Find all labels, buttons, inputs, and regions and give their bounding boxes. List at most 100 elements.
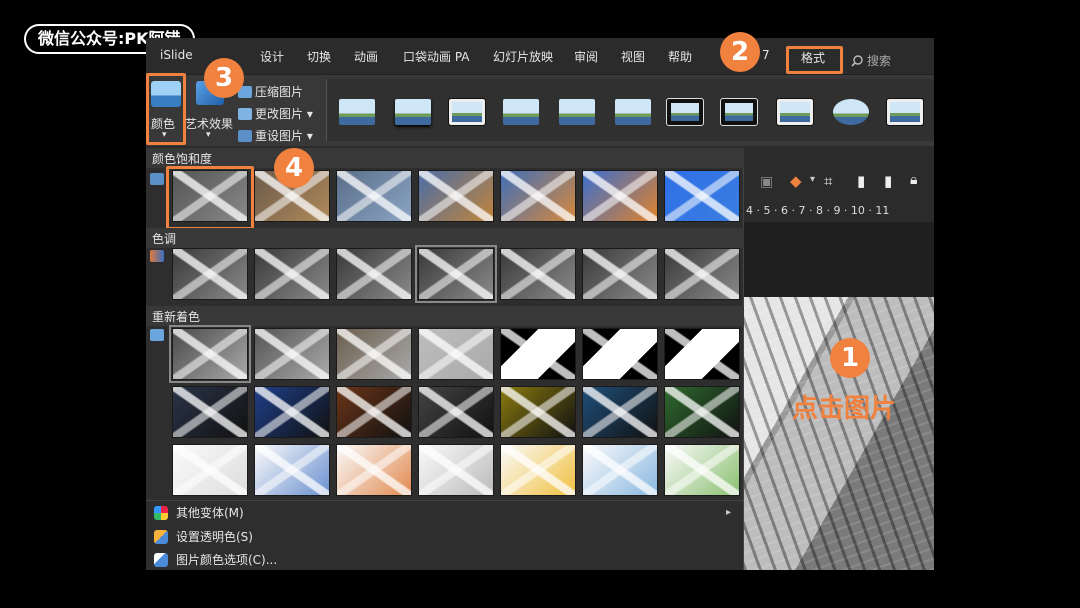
- thumbnail-shape: [583, 171, 657, 221]
- format-ribbon: 颜色 ▾ 艺术效果 ▾ 压缩图片 更改图片 ▾ 重设图片 ▾: [146, 73, 934, 146]
- tone-thumb[interactable]: [500, 248, 576, 300]
- submenu-arrow-icon: ▸: [726, 507, 732, 518]
- recolor-thumb[interactable]: [664, 328, 740, 380]
- crop-icon[interactable]: ⌗: [824, 172, 832, 190]
- recolor-thumb[interactable]: [418, 386, 494, 438]
- recolor-thumb[interactable]: [500, 444, 576, 496]
- tab-animations[interactable]: 动画: [354, 48, 378, 65]
- reset-picture-button[interactable]: 重设图片 ▾: [238, 127, 313, 144]
- tab-slideshow[interactable]: 幻灯片放映: [493, 48, 553, 65]
- color-dropdown: 颜色饱和度 色调 重新着色 其他变体(M) ▸ 设置透明色(S) 图片颜色选项(…: [146, 148, 744, 570]
- recolor-thumb[interactable]: [664, 386, 740, 438]
- picture-style[interactable]: [833, 99, 869, 125]
- recolor-thumb[interactable]: [500, 386, 576, 438]
- picture-style[interactable]: [776, 98, 814, 126]
- compress-button[interactable]: 压缩图片: [238, 83, 303, 100]
- saturation-thumb[interactable]: [582, 170, 658, 222]
- tab-view[interactable]: 视图: [621, 48, 645, 65]
- thumbnail-shape: [173, 387, 247, 437]
- fill-chevron-icon: ▾: [810, 174, 816, 185]
- step-badge-2: 2: [720, 32, 760, 72]
- powerpoint-window: iSlide 设计 切换 动画 口袋动画 PA 幻灯片放映 审阅 视图 帮助 7…: [146, 38, 934, 570]
- thumbnail-shape: [501, 329, 575, 379]
- recolor-thumb[interactable]: [172, 444, 248, 496]
- saturation-thumb[interactable]: [336, 170, 412, 222]
- thumbnail-shape: [173, 329, 247, 379]
- thumbnail-shape: [337, 249, 411, 299]
- picture-style[interactable]: [503, 99, 539, 125]
- change-picture-button[interactable]: 更改图片 ▾: [238, 105, 313, 122]
- saturation-thumb[interactable]: [172, 170, 248, 222]
- tone-thumb[interactable]: [664, 248, 740, 300]
- saturation-thumb[interactable]: [500, 170, 576, 222]
- tab-review[interactable]: 审阅: [574, 48, 598, 65]
- tone-thumb[interactable]: [336, 248, 412, 300]
- set-transparent-item[interactable]: 设置透明色(S): [154, 528, 253, 545]
- picture-style[interactable]: [559, 99, 595, 125]
- thumbnail-shape: [583, 329, 657, 379]
- selection-icon[interactable]: ▣: [760, 174, 773, 190]
- tab-partial[interactable]: 7: [762, 48, 770, 62]
- recolor-thumb[interactable]: [418, 328, 494, 380]
- recolor-thumb[interactable]: [336, 444, 412, 496]
- thumbnail-shape: [665, 329, 739, 379]
- picture-style[interactable]: [615, 99, 651, 125]
- picture-style[interactable]: [395, 99, 431, 125]
- thumbnail-shape: [665, 445, 739, 495]
- more-variations-item[interactable]: 其他变体(M): [154, 504, 244, 521]
- tab-islide[interactable]: iSlide: [160, 48, 193, 62]
- search-icon: [851, 55, 863, 67]
- align-left-icon[interactable]: ▮: [857, 172, 865, 190]
- picture-style[interactable]: [448, 98, 486, 126]
- recolor-thumb[interactable]: [169, 325, 251, 383]
- recolor-thumb[interactable]: [254, 444, 330, 496]
- picture-color-options-label: 图片颜色选项(C)...: [176, 553, 278, 567]
- recolor-thumb[interactable]: [172, 386, 248, 438]
- fill-bucket-icon[interactable]: ◆: [790, 172, 802, 190]
- recolor-thumb[interactable]: [582, 386, 658, 438]
- recolor-thumb[interactable]: [664, 444, 740, 496]
- tone-thumb[interactable]: [254, 248, 330, 300]
- thumbnail-shape: [419, 329, 493, 379]
- tab-pocket-animation[interactable]: 口袋动画 PA: [403, 48, 470, 65]
- picture-style[interactable]: [339, 99, 375, 125]
- tab-transitions[interactable]: 切换: [307, 48, 331, 65]
- recolor-thumb[interactable]: [582, 444, 658, 496]
- tone-thumb[interactable]: [172, 248, 248, 300]
- picture-style[interactable]: [720, 98, 758, 126]
- picture-style[interactable]: [666, 98, 704, 126]
- tab-format[interactable]: 格式: [801, 49, 825, 66]
- color-dropdown-chevron-icon: ▾: [162, 130, 167, 140]
- recolor-thumb[interactable]: [500, 328, 576, 380]
- lock-icon[interactable]: 🔒︎: [910, 172, 917, 188]
- thumbnail-shape: [173, 249, 247, 299]
- picture-color-options-item[interactable]: 图片颜色选项(C)...: [154, 551, 277, 568]
- saturation-thumb[interactable]: [418, 170, 494, 222]
- thumbnail-shape: [583, 387, 657, 437]
- set-transparent-label: 设置透明色(S): [176, 530, 253, 544]
- thumbnail-shape: [419, 249, 493, 299]
- recolor-thumb[interactable]: [336, 386, 412, 438]
- recolor-thumb[interactable]: [418, 444, 494, 496]
- tone-thumb[interactable]: [582, 248, 658, 300]
- picture-style[interactable]: [886, 98, 924, 126]
- pen-icon: [154, 530, 168, 544]
- search-box[interactable]: 搜索: [851, 52, 891, 69]
- change-picture-icon: [238, 108, 252, 120]
- recolor-thumb[interactable]: [254, 328, 330, 380]
- recolor-thumb[interactable]: [336, 328, 412, 380]
- recolor-thumb[interactable]: [254, 386, 330, 438]
- tab-help[interactable]: 帮助: [668, 48, 692, 65]
- tab-design[interactable]: 设计: [260, 48, 284, 65]
- tone-thumb[interactable]: [415, 245, 497, 303]
- section-recolor: 重新着色: [146, 306, 744, 326]
- align-center-icon[interactable]: ▮: [884, 172, 892, 190]
- picture-color-icon: [154, 553, 168, 567]
- thumbnail-shape: [665, 387, 739, 437]
- recolor-thumb[interactable]: [582, 328, 658, 380]
- saturation-thumb[interactable]: [664, 170, 740, 222]
- slide-picture[interactable]: [744, 297, 934, 570]
- compress-label: 压缩图片: [255, 85, 304, 99]
- reset-picture-label: 重设图片: [255, 129, 304, 143]
- thumbnail-shape: [255, 329, 329, 379]
